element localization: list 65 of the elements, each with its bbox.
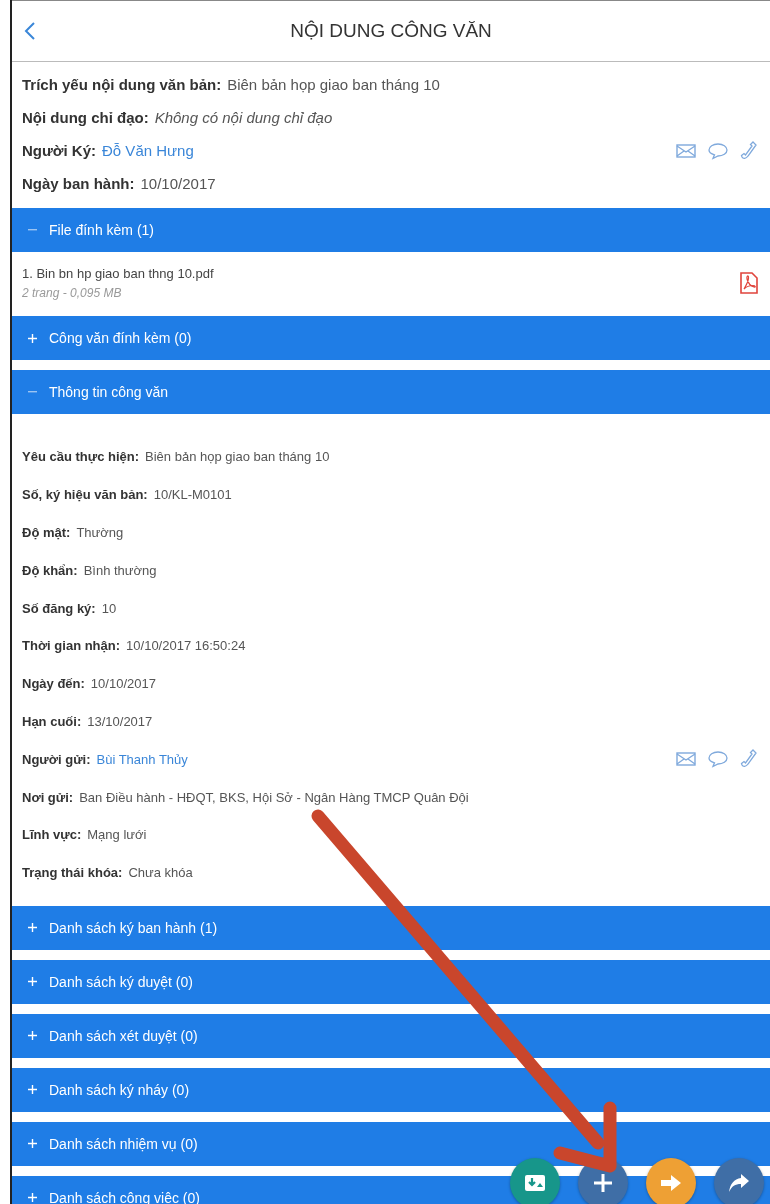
plus-icon — [28, 923, 37, 933]
field-label: Trạng thái khóa: — [22, 865, 123, 881]
file-item[interactable]: 1. Bin bn hp giao ban thng 10.pdf 2 trang - 0,095 MB — [12, 252, 770, 314]
plus-icon — [593, 1173, 613, 1193]
field-value: Không có nội dung chỉ đạo — [154, 109, 333, 126]
field-value: Chưa khóa — [128, 865, 193, 881]
file-name: 1. Bin bn hp giao ban thng 10.pdf — [22, 266, 214, 281]
plus-icon — [28, 1031, 37, 1041]
back-icon[interactable] — [24, 21, 36, 41]
section-header[interactable]: Danh sách nhiệm vụ (0) — [12, 1121, 770, 1166]
share-icon — [728, 1173, 750, 1193]
field-label: Độ khẩn: — [22, 562, 78, 578]
section-header[interactable]: Danh sách ký ban hành (1) — [12, 905, 770, 950]
chat-icon[interactable] — [708, 141, 728, 160]
mail-icon[interactable] — [676, 751, 696, 768]
field-value: Bình thường — [83, 562, 157, 578]
field-label: Số, ký hiệu văn bản: — [22, 487, 148, 503]
image-icon — [524, 1173, 546, 1193]
section-header[interactable]: Danh sách xét duyệt (0) — [12, 1013, 770, 1058]
section-header[interactable]: Danh sách ký nháy (0) — [12, 1067, 770, 1112]
section-header[interactable]: File đính kèm (1) — [12, 208, 770, 252]
field-value: Thường — [76, 525, 124, 540]
field-label: Ngày đến: — [22, 676, 85, 692]
section-header[interactable]: Công văn đính kèm (0) — [12, 316, 770, 360]
field-label: Số đăng ký: — [22, 600, 96, 616]
field-value: 10 — [101, 600, 117, 616]
field-label: Trích yếu nội dung văn bản: — [22, 76, 222, 93]
field-value: 10/KL-M0101 — [153, 487, 232, 503]
field-value: 10/10/2017 — [140, 175, 216, 192]
field-label: Yêu cầu thực hiện: — [22, 449, 140, 465]
field-value: Biên bản họp giao ban tháng 10 — [227, 76, 440, 93]
field-value: Biên bản họp giao ban tháng 10 — [145, 449, 330, 465]
field-label: Ngày ban hành: — [22, 175, 135, 192]
phone-icon[interactable] — [740, 749, 758, 770]
field-value: 10/10/2017 — [90, 676, 156, 692]
section-header[interactable]: Danh sách ký duyệt (0) — [12, 959, 770, 1004]
field-label: Hạn cuối: — [22, 713, 82, 729]
field-label: Nội dung chỉ đạo: — [22, 109, 149, 126]
minus-icon — [28, 229, 37, 231]
field-value: 10/10/2017 16:50:24 — [126, 638, 246, 654]
file-meta: 2 trang - 0,095 MB — [22, 286, 123, 300]
minus-icon — [28, 391, 37, 393]
person-link[interactable]: Bùi Thanh Thủy — [96, 751, 188, 767]
screen-title: NỘI DUNG CÔNG VĂN — [290, 20, 492, 42]
field-label: Người gửi: — [22, 751, 91, 767]
field-label: Lĩnh vực: — [22, 827, 82, 843]
arrow-right-icon — [660, 1174, 682, 1192]
phone-icon[interactable] — [740, 140, 758, 161]
field-label: Người Ký: — [22, 142, 97, 159]
plus-icon — [28, 977, 37, 987]
field-label: Độ mật: — [22, 525, 71, 540]
person-link[interactable]: Đỗ Văn Hưng — [102, 142, 194, 159]
plus-icon — [28, 1085, 37, 1095]
section-header[interactable]: Thông tin công văn — [12, 370, 770, 414]
field-label: Thời gian nhận: — [22, 638, 121, 654]
plus-icon — [28, 1193, 37, 1203]
plus-icon — [28, 1139, 37, 1149]
plus-icon — [28, 333, 37, 343]
field-value: 13/10/2017 — [87, 713, 153, 729]
field-label: Nơi gửi: — [22, 789, 74, 805]
pdf-icon[interactable] — [740, 272, 758, 294]
mail-icon[interactable] — [676, 142, 696, 159]
field-value: Mạng lưới — [87, 827, 147, 843]
chat-icon[interactable] — [708, 750, 728, 769]
field-value: Ban Điều hành - HĐQT, BKS, Hội Sở - Ngân Hàng TMCP Quân Đội — [79, 789, 469, 805]
